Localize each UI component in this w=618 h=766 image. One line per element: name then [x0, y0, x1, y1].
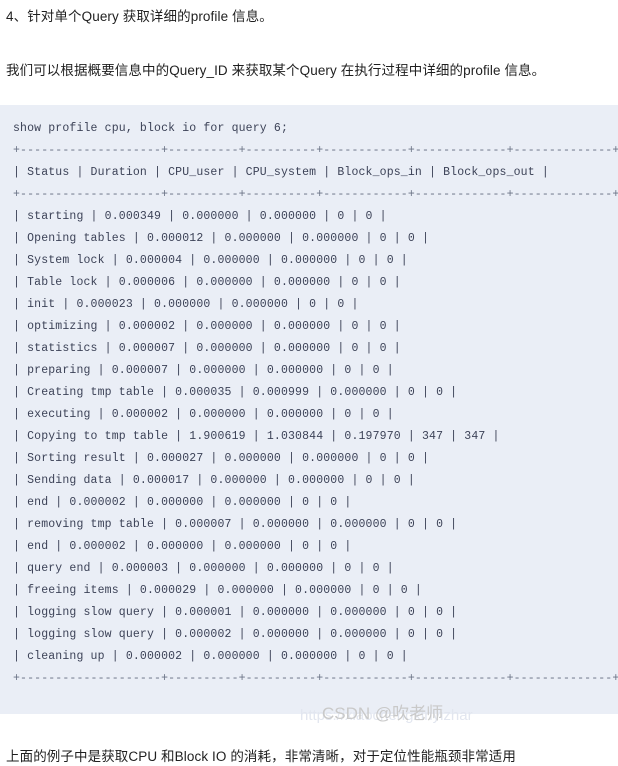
code-table-row: | query end | 0.000003 | 0.000000 | 0.00… [13, 562, 394, 575]
code-separator-row: +--------------------+----------+-------… [13, 144, 618, 157]
code-table-row: | statistics | 0.000007 | 0.000000 | 0.0… [13, 342, 401, 355]
sql-command-line: show profile cpu, block io for query 6; [13, 122, 288, 135]
code-separator-row: +--------------------+----------+-------… [13, 188, 618, 201]
code-table-row: | System lock | 0.000004 | 0.000000 | 0.… [13, 254, 408, 267]
code-table-row: | optimizing | 0.000002 | 0.000000 | 0.0… [13, 320, 401, 333]
code-table-row: | Table lock | 0.000006 | 0.000000 | 0.0… [13, 276, 401, 289]
code-table-row: | starting | 0.000349 | 0.000000 | 0.000… [13, 210, 387, 223]
code-table-row: | freeing items | 0.000029 | 0.000000 | … [13, 584, 422, 597]
page-title: 4、针对单个Query 获取详细的profile 信息。 [6, 9, 273, 24]
code-lines-container: show profile cpu, block io for query 6; +… [0, 118, 618, 690]
code-separator-row: +--------------------+----------+-------… [13, 672, 618, 685]
code-block[interactable]: show profile cpu, block io for query 6; +… [0, 105, 618, 714]
code-table-row: | cleaning up | 0.000002 | 0.000000 | 0.… [13, 650, 408, 663]
code-table-row: | end | 0.000002 | 0.000000 | 0.000000 |… [13, 496, 352, 509]
code-table-row: | executing | 0.000002 | 0.000000 | 0.00… [13, 408, 394, 421]
code-table-row: | Sorting result | 0.000027 | 0.000000 |… [13, 452, 430, 465]
code-table-row: | init | 0.000023 | 0.000000 | 0.000000 … [13, 298, 359, 311]
code-table-row: | Opening tables | 0.000012 | 0.000000 |… [13, 232, 430, 245]
article-body: 4、针对单个Query 获取详细的profile 信息。 我们可以根据概要信息中… [0, 0, 618, 80]
code-table-row: | end | 0.000002 | 0.000000 | 0.000000 |… [13, 540, 352, 553]
code-table-row: | preparing | 0.000007 | 0.000000 | 0.00… [13, 364, 394, 377]
code-table-row: | logging slow query | 0.000001 | 0.0000… [13, 606, 458, 619]
code-table-row: | removing tmp table | 0.000007 | 0.0000… [13, 518, 458, 531]
code-table-row: | Status | Duration | CPU_user | CPU_sys… [13, 166, 549, 179]
code-table-row: | logging slow query | 0.000002 | 0.0000… [13, 628, 458, 641]
intro-paragraph: 我们可以根据概要信息中的Query_ID 来获取某个Query 在执行过程中详细… [6, 63, 546, 78]
footer-paragraph: 上面的例子中是获取CPU 和Block IO 的消耗，非常清晰，对于定位性能瓶颈… [6, 749, 516, 764]
footer-section: 上面的例子中是获取CPU 和Block IO 的消耗，非常清晰，对于定位性能瓶颈… [0, 714, 618, 766]
code-table-row: | Sending data | 0.000017 | 0.000000 | 0… [13, 474, 415, 487]
code-table-row: | Copying to tmp table | 1.900619 | 1.03… [13, 430, 500, 443]
code-table-row: | Creating tmp table | 0.000035 | 0.0009… [13, 386, 458, 399]
